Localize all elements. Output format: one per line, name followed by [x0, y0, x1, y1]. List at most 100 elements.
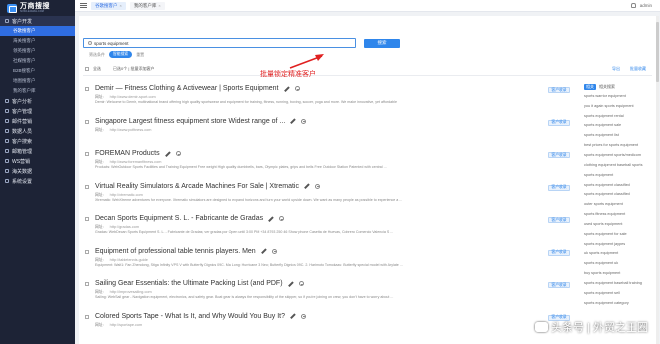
related-search-item[interactable]: used sports equipment: [584, 219, 656, 229]
result-url[interactable]: http://sportape.com: [110, 323, 143, 327]
result-title[interactable]: Virtual Reality Simulators & Arcade Mach…: [95, 183, 299, 190]
save-customer-button[interactable]: 客户收录: [548, 119, 570, 126]
sidebar-item[interactable]: 客户开发: [0, 16, 75, 26]
result-title[interactable]: Sailing Gear Essentials: the Ultimate Pa…: [95, 280, 283, 287]
result-url[interactable]: http://www.demir-sport.com: [110, 95, 156, 99]
result-title[interactable]: FOREMAN Products: [95, 150, 160, 157]
close-icon[interactable]: ×: [158, 3, 160, 8]
result-title[interactable]: Colored Sports Tape - What Is It, and Wh…: [95, 313, 285, 320]
edit-icon[interactable]: [261, 248, 267, 254]
edit-icon[interactable]: [268, 216, 274, 222]
save-customer-button[interactable]: 客户收录: [548, 282, 570, 288]
result-checkbox[interactable]: [85, 152, 89, 156]
remove-icon[interactable]: [279, 216, 285, 221]
related-search-item[interactable]: sports equipment baseball training: [584, 278, 656, 288]
related-search-item[interactable]: sports warrior equipment: [584, 91, 656, 101]
bulk-favorite-link[interactable]: 批量收藏: [630, 66, 646, 72]
related-search-item[interactable]: sports fitness equipment: [584, 209, 656, 219]
related-search-item[interactable]: sports equipment category: [584, 298, 656, 308]
scrollbar-thumb[interactable]: [656, 22, 659, 82]
search-input[interactable]: [94, 40, 334, 46]
edit-icon[interactable]: [284, 86, 290, 92]
sidebar-item[interactable]: 社媒搜客户: [0, 56, 75, 66]
related-search-item[interactable]: sports equipment sell: [584, 288, 656, 298]
sidebar-item[interactable]: 客户搜索: [0, 136, 75, 146]
sidebar-item[interactable]: 地图搜客户: [0, 76, 75, 86]
sidebar-item[interactable]: B2B搜客户: [0, 66, 75, 76]
result-checkbox[interactable]: [85, 314, 89, 319]
related-search-item[interactable]: best prices for sports equipment: [584, 140, 656, 150]
result-checkbox[interactable]: [85, 282, 89, 286]
bell-icon[interactable]: [630, 3, 636, 8]
result-url[interactable]: http://tabletennis.guide: [110, 258, 148, 262]
tab-google-customers[interactable]: 谷歌搜客户 ×: [91, 1, 126, 10]
remove-icon[interactable]: [298, 281, 304, 286]
result-url[interactable]: http://www.foremanfitness.com: [110, 160, 162, 164]
search-button[interactable]: 搜索: [364, 38, 400, 48]
related-search-item[interactable]: outer sports equipment: [584, 199, 656, 209]
related-search-item[interactable]: sports equipment classified: [584, 189, 656, 199]
sidebar-item[interactable]: 客户管理: [0, 106, 75, 116]
sidebar-item[interactable]: 邮件营销: [0, 116, 75, 126]
edit-icon[interactable]: [288, 281, 294, 287]
remove-icon[interactable]: [294, 86, 300, 91]
sidebar-item[interactable]: 数据人员: [0, 126, 75, 136]
save-customer-button[interactable]: 客户收录: [548, 217, 570, 223]
related-search-item[interactable]: you it again sports equipment: [584, 101, 656, 111]
save-customer-button[interactable]: 客户收录: [548, 152, 570, 158]
edit-icon[interactable]: [165, 151, 171, 157]
related-search-item[interactable]: sports equipment sale: [584, 121, 656, 131]
edit-icon[interactable]: [290, 118, 296, 124]
sidebar-item[interactable]: 我的客户库: [0, 86, 75, 96]
result-title[interactable]: Demir — Fitness Clothing & Activewear | …: [95, 85, 279, 92]
sidebar-item[interactable]: 谷歌搜客户: [0, 26, 75, 36]
related-search-item[interactable]: sports equipment classified: [584, 180, 656, 190]
sidebar-item[interactable]: 客户分析: [0, 96, 75, 106]
remove-icon[interactable]: [271, 248, 277, 254]
save-customer-button[interactable]: 客户收录: [548, 87, 570, 93]
related-search-item[interactable]: sports equipment jaypes: [584, 239, 656, 249]
related-search-item[interactable]: uk sports equipment: [584, 249, 656, 259]
menu-toggle-icon[interactable]: [80, 3, 87, 8]
sidebar-item[interactable]: 系统设置: [0, 176, 75, 186]
save-customer-button[interactable]: 客户收录: [548, 184, 570, 191]
related-search-item[interactable]: clothing equipment baseball sports: [584, 160, 656, 170]
select-all-checkbox[interactable]: [85, 67, 89, 71]
sidebar-item[interactable]: WS营销: [0, 156, 75, 166]
remove-icon[interactable]: [301, 313, 307, 319]
scrollbar[interactable]: [656, 16, 659, 344]
related-search-item[interactable]: sports equipment: [584, 170, 656, 180]
result-url[interactable]: http://xtrematic.com: [110, 193, 143, 197]
remove-icon[interactable]: [315, 183, 320, 189]
related-search-item[interactable]: buy sports equipment: [584, 268, 656, 278]
result-checkbox[interactable]: [85, 249, 89, 254]
filter-chip[interactable]: 智能搜索: [109, 51, 133, 58]
result-url[interactable]: http://www.pcfitness.com: [110, 128, 152, 132]
result-checkbox[interactable]: [85, 184, 89, 189]
edit-icon[interactable]: [304, 183, 310, 189]
remove-icon[interactable]: [175, 151, 181, 156]
result-checkbox[interactable]: [85, 119, 89, 124]
result-title[interactable]: Equipment of professional table tennis p…: [95, 248, 256, 255]
search-box[interactable]: [83, 38, 356, 48]
edit-icon[interactable]: [290, 313, 296, 319]
result-title[interactable]: Singapore Largest fitness equipment stor…: [95, 118, 285, 125]
filter-reset[interactable]: 重置: [136, 52, 144, 58]
result-title[interactable]: Decan Sports Equipment S. L. - Fabricant…: [95, 215, 263, 222]
user-name[interactable]: admin: [640, 3, 652, 8]
sidebar-item[interactable]: 邮箱管理: [0, 146, 75, 156]
related-search-item[interactable]: sports equipment sports/medicom: [584, 150, 656, 160]
result-url[interactable]: http://gradas.com: [110, 225, 139, 229]
save-customer-button[interactable]: 客户收录: [548, 249, 570, 256]
export-link[interactable]: 导出: [612, 66, 620, 72]
related-search-item[interactable]: sports equipment list: [584, 130, 656, 140]
related-search-item[interactable]: sports equipment for sale: [584, 229, 656, 239]
sidebar-item[interactable]: 海关搜客户: [0, 36, 75, 46]
result-checkbox[interactable]: [85, 217, 89, 221]
sidebar-item[interactable]: 海关数据: [0, 166, 75, 176]
related-search-item[interactable]: sports equipment uk: [584, 258, 656, 268]
related-search-item[interactable]: sports equipment rental: [584, 111, 656, 121]
sidebar-item[interactable]: 领英搜客户: [0, 46, 75, 56]
tab-my-customers[interactable]: 我的客户库 ×: [129, 1, 165, 10]
close-icon[interactable]: ×: [120, 3, 122, 8]
